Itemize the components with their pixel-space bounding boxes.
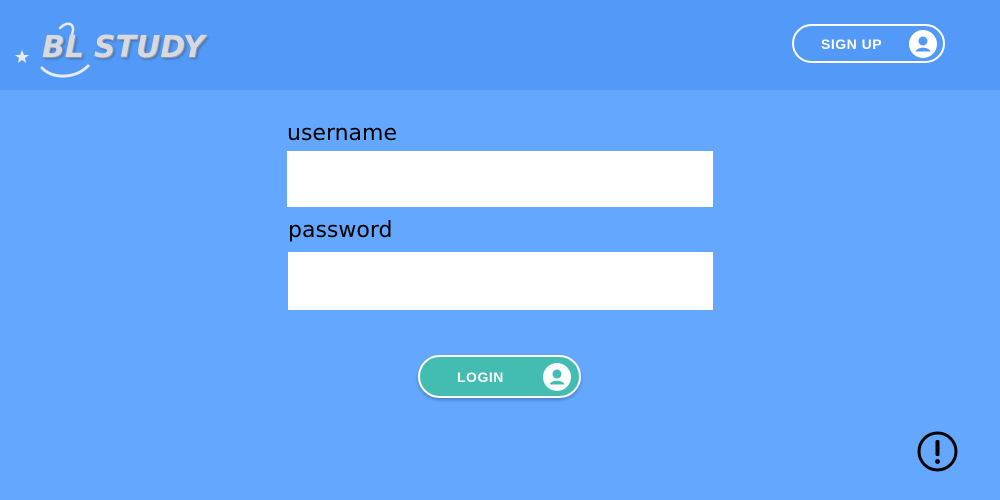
logo-word: STUDY [93,30,205,65]
sign-up-label: SIGN UP [821,36,883,52]
header-bar: BL STUDY SIGN UP [0,0,1000,90]
sign-up-button[interactable]: SIGN UP [792,24,945,63]
user-circle-icon [909,30,937,58]
username-label: username [287,121,397,146]
logo-text: BL STUDY [42,30,205,65]
logo[interactable]: BL STUDY [14,18,214,80]
password-input[interactable] [288,252,713,310]
login-label: LOGIN [457,369,504,385]
username-input[interactable] [287,151,713,207]
exclamation-circle-icon[interactable] [917,431,958,472]
password-label: password [288,218,393,243]
login-button[interactable]: LOGIN [418,355,581,398]
logo-initials: BL [42,30,84,65]
user-circle-icon [543,363,571,391]
login-page: BL STUDY SIGN UP username password LOGIN [0,0,1000,500]
